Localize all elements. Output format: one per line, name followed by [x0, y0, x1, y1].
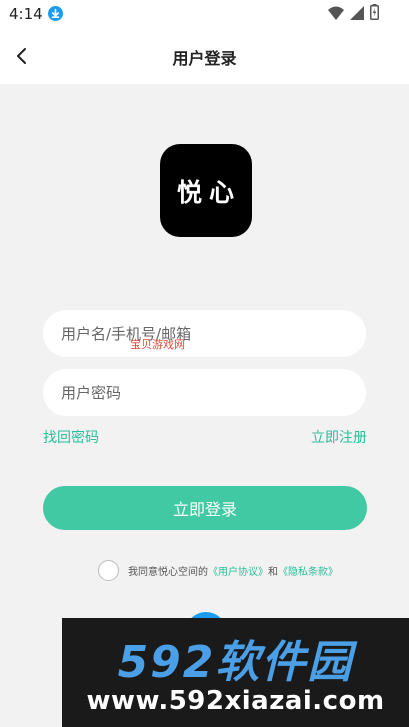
status-time: 4:14: [9, 5, 43, 23]
ad-banner: 592软件园 www.592xiazai.com: [62, 618, 409, 727]
username-input[interactable]: [43, 310, 366, 357]
password-input[interactable]: [43, 369, 366, 416]
signal-icon: [350, 5, 364, 24]
forgot-password-link[interactable]: 找回密码: [43, 427, 99, 447]
status-icons: [328, 4, 379, 24]
ad-brand: 592软件园: [117, 637, 354, 688]
agreement-row: 我同意悦心空间的 《用户协议》 和 《隐私条款》: [98, 560, 338, 581]
agreement-conjunction: 和: [268, 567, 278, 578]
privacy-policy-link[interactable]: 《隐私条款》: [278, 563, 338, 578]
app-logo: 悦心: [160, 144, 252, 237]
user-agreement-link[interactable]: 《用户协议》: [208, 563, 268, 578]
title-bar: 用户登录: [0, 28, 409, 84]
login-button[interactable]: 立即登录: [43, 486, 367, 530]
agreement-prefix: 我同意悦心空间的: [128, 567, 208, 578]
agreement-checkbox[interactable]: [98, 560, 119, 581]
battery-icon: [370, 4, 379, 24]
register-link[interactable]: 立即注册: [311, 427, 367, 447]
wifi-icon: [328, 5, 344, 24]
page-title: 用户登录: [172, 49, 237, 68]
download-icon: [48, 6, 63, 21]
ad-url: www.592xiazai.com: [86, 686, 385, 716]
status-bar: 4:14: [0, 0, 409, 28]
app-logo-text: 悦心: [176, 177, 241, 207]
